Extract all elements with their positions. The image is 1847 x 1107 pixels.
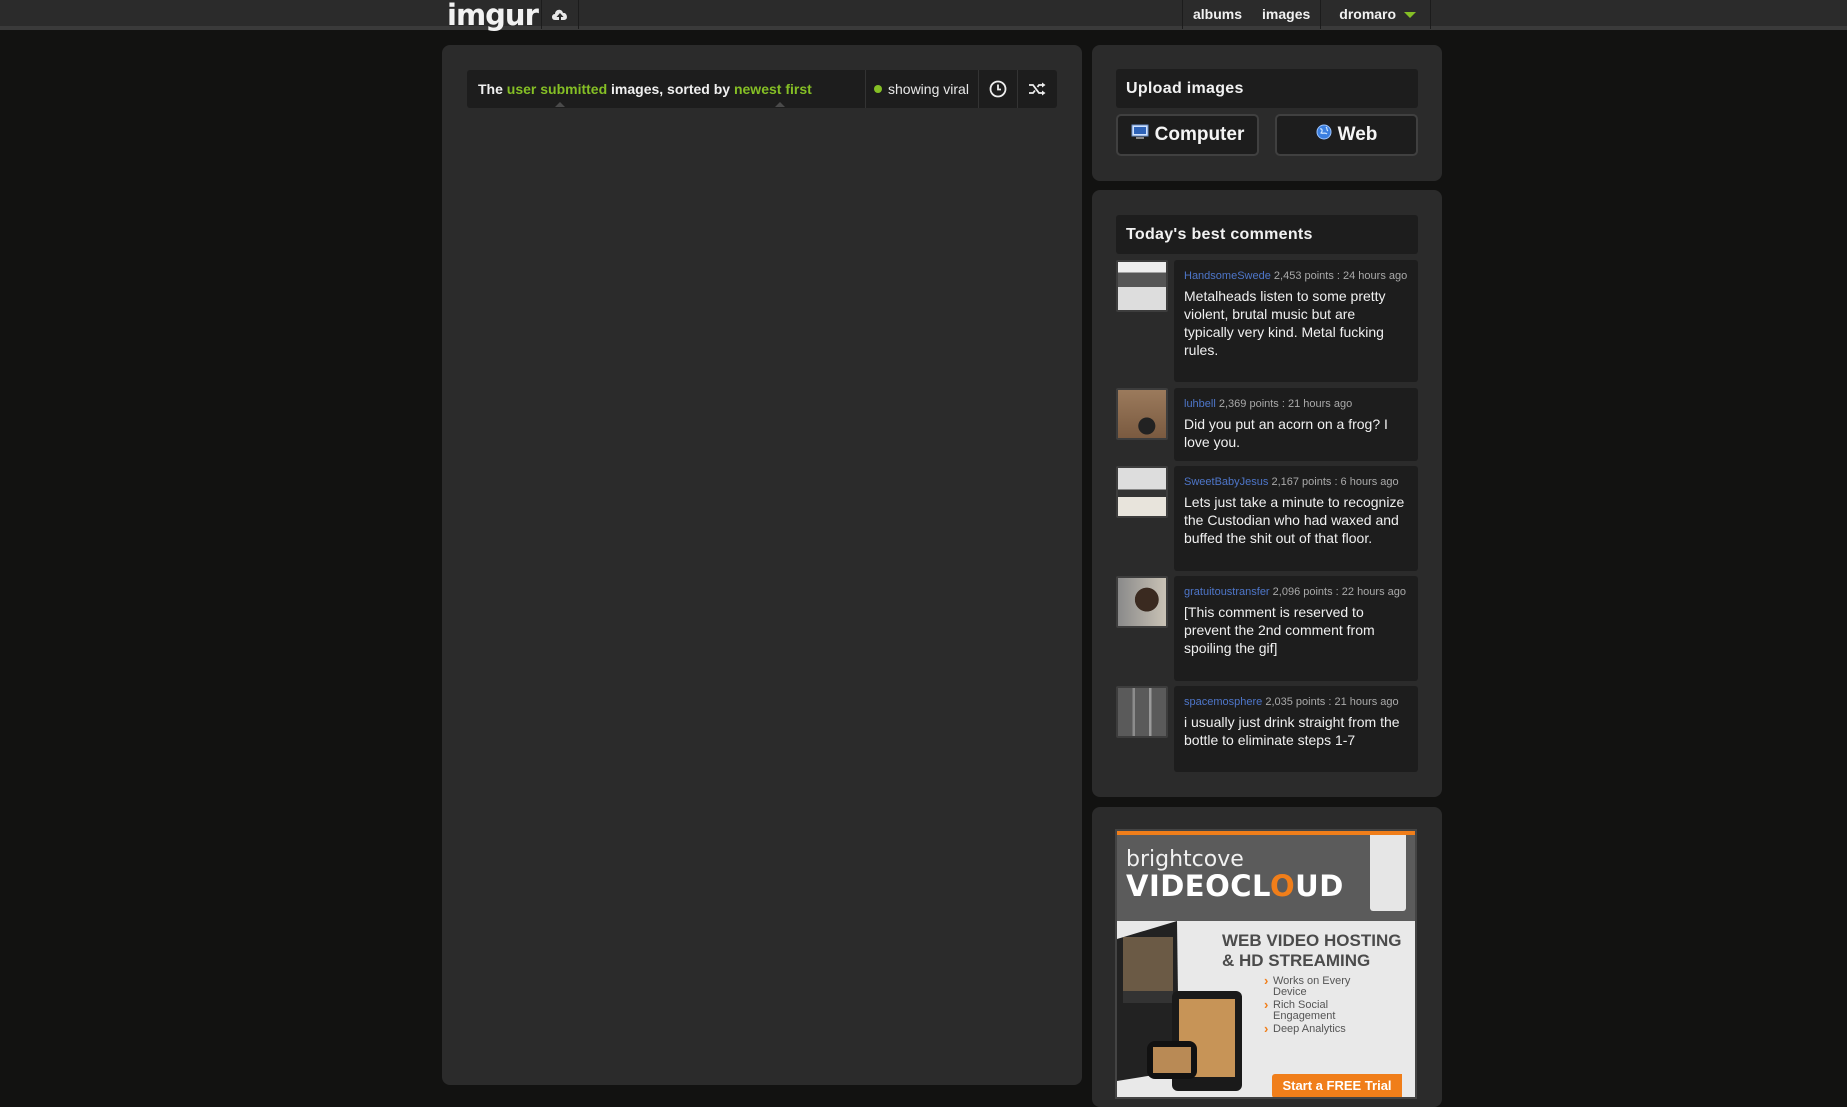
comment-meta: 2,167 points : 6 hours ago: [1271, 476, 1399, 488]
sort-source-dropdown[interactable]: user submitted: [507, 81, 607, 97]
nav-menu: albums images dromaro: [1182, 0, 1432, 29]
ad-product: VIDEOCLOUD: [1126, 869, 1344, 903]
comment-meta: 2,096 points : 22 hours ago: [1272, 586, 1406, 598]
comment-thumbnail[interactable]: [1116, 576, 1168, 628]
random-button[interactable]: [1017, 70, 1056, 108]
ad-bullet: Deep Analytics: [1264, 1023, 1383, 1035]
ad-logo-tab: [1370, 835, 1406, 911]
user-menu[interactable]: dromaro: [1320, 0, 1432, 29]
comment-thumbnail[interactable]: [1116, 686, 1168, 738]
comment-body: SweetBabyJesus 2,167 points : 6 hours ag…: [1174, 466, 1418, 571]
comment-body: gratuitoustransfer 2,096 points : 22 hou…: [1174, 576, 1418, 681]
sort-bar: The user submitted images, sorted by new…: [467, 70, 1057, 108]
upload-web-button[interactable]: Web: [1275, 114, 1418, 156]
computer-icon: [1131, 124, 1149, 146]
best-comments-panel: Today's best comments HandsomeSwede 2,45…: [1092, 190, 1442, 797]
sort-middle: images, sorted by: [611, 81, 731, 97]
comment-username[interactable]: spacemosphere: [1184, 696, 1262, 708]
sort-description: The user submitted images, sorted by new…: [478, 70, 812, 108]
comment-body: spacemosphere 2,035 points : 21 hours ag…: [1174, 686, 1418, 772]
shuffle-icon: [1029, 82, 1046, 96]
nav-albums-link[interactable]: albums: [1183, 0, 1252, 29]
comment-username[interactable]: SweetBabyJesus: [1184, 476, 1268, 488]
comment-text: Lets just take a minute to recognize the…: [1184, 494, 1405, 546]
upload-title: Upload images: [1116, 69, 1418, 108]
imgur-logo[interactable]: imgur: [447, 1, 539, 30]
upload-panel: Upload images Computer Web: [1092, 45, 1442, 181]
comment-meta: 2,453 points : 24 hours ago: [1273, 270, 1408, 282]
ad-panel: brightcove VIDEOCLOUD WEB VIDEO HOSTING …: [1092, 807, 1442, 1107]
brightcove-ad[interactable]: brightcove VIDEOCLOUD WEB VIDEO HOSTING …: [1115, 829, 1417, 1099]
viral-filter-toggle[interactable]: showing viral: [865, 70, 979, 108]
nav-images-link[interactable]: images: [1252, 0, 1320, 29]
chevron-down-icon[interactable]: [1404, 11, 1417, 18]
sort-order-dropdown[interactable]: newest first: [734, 81, 812, 97]
ad-headline: WEB VIDEO HOSTING & HD STREAMING: [1222, 931, 1402, 970]
best-comments-title: Today's best comments: [1116, 215, 1418, 254]
comment-body: HandsomeSwede 2,453 points : 24 hours ag…: [1174, 260, 1418, 382]
viral-filter-label: showing viral: [888, 81, 969, 97]
comment-username[interactable]: HandsomeSwede: [1184, 270, 1271, 282]
username[interactable]: dromaro: [1339, 0, 1396, 29]
comment-text: i usually just drink straight from the b…: [1184, 714, 1400, 748]
comment-thumbnail[interactable]: [1116, 260, 1168, 312]
dropdown-indicator-icon: [775, 102, 785, 107]
top-navigation-bar: imgur albums images dromaro: [0, 0, 1847, 30]
comment-meta: 2,035 points : 21 hours ago: [1265, 696, 1399, 708]
gallery-panel: The user submitted images, sorted by new…: [442, 45, 1082, 1085]
sort-prefix: The: [478, 81, 503, 97]
comment-thumbnail[interactable]: [1116, 388, 1168, 440]
comment-body: luhbell 2,369 points : 21 hours ago Did …: [1174, 388, 1418, 461]
upload-web-label: Web: [1337, 124, 1378, 145]
ad-banner: brightcove VIDEOCLOUD: [1117, 831, 1415, 921]
ad-bullet: Works on Every Device: [1264, 975, 1383, 998]
comment-meta: 2,369 points : 21 hours ago: [1218, 398, 1353, 410]
dropdown-indicator-icon: [555, 102, 565, 107]
comment-text: Metalheads listen to some pretty violent…: [1184, 288, 1386, 358]
upload-cloud-icon[interactable]: [541, 0, 579, 29]
upload-computer-button[interactable]: Computer: [1116, 114, 1259, 156]
time-sort-button[interactable]: [978, 70, 1017, 108]
ad-cta-button[interactable]: Start a FREE Trial: [1272, 1074, 1402, 1097]
ad-bullet: Rich Social Engagement: [1264, 999, 1383, 1022]
comment-text: [This comment is reserved to prevent the…: [1184, 604, 1375, 656]
upload-computer-label: Computer: [1154, 124, 1245, 145]
comment-text: Did you put an acorn on a frog? I love y…: [1184, 416, 1388, 450]
clock-icon: [989, 80, 1007, 98]
status-dot-icon: [874, 85, 882, 93]
comment-username[interactable]: gratuitoustransfer: [1184, 586, 1270, 598]
globe-icon: [1316, 124, 1332, 146]
comment-thumbnail[interactable]: [1116, 466, 1168, 518]
comment-username[interactable]: luhbell: [1184, 398, 1216, 410]
